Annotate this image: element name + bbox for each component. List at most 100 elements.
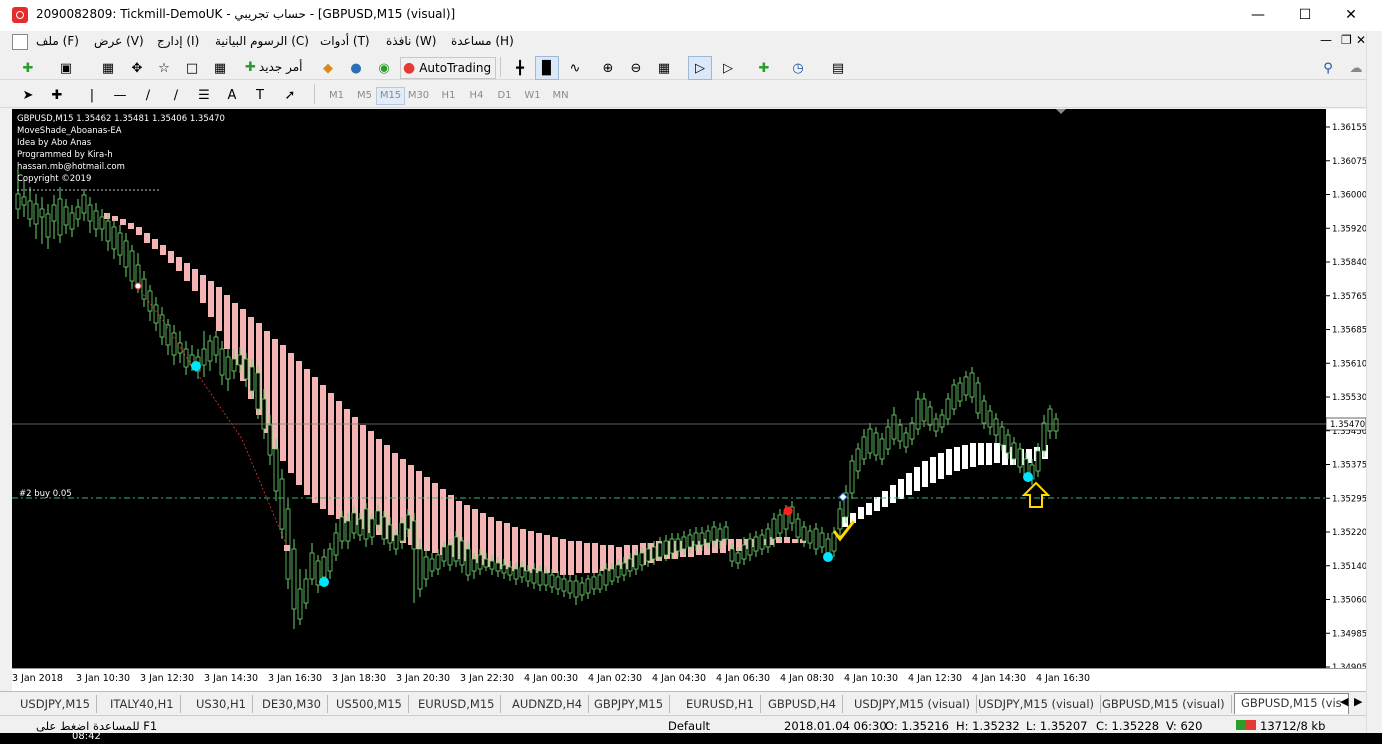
shade-bar-down xyxy=(536,533,542,573)
time-tick-label: 4 Jan 02:30 xyxy=(588,673,643,684)
shade-bar-down xyxy=(176,257,182,271)
chart-tab[interactable]: USDJPY,M15 (visual) xyxy=(972,695,1102,713)
new-order-button[interactable]: ✚ أمر جديد xyxy=(245,58,315,76)
tester-icon[interactable]: ▦ xyxy=(208,56,232,80)
crosshair-nav-icon[interactable]: ✥ xyxy=(125,56,149,80)
menu-window[interactable]: نافذة (W) xyxy=(386,34,436,48)
menu-charts[interactable]: الرسوم البيانية (C) xyxy=(215,34,309,48)
timeframe-d1-button[interactable]: D1 xyxy=(490,87,519,105)
price-chart[interactable]: GBPUSD,M15 1.35462 1.35481 1.35406 1.354… xyxy=(12,109,1326,668)
shade-bar-down xyxy=(776,537,782,543)
candlestick-chart-icon[interactable]: ▉ xyxy=(535,56,559,80)
chart-tab[interactable]: GBPUSD,H4 xyxy=(762,695,843,713)
chart-tab[interactable]: GBPUSD,M15 (vis xyxy=(1234,693,1349,714)
market-watch-icon[interactable]: ▦ xyxy=(96,56,120,80)
line-chart-icon[interactable]: ∿ xyxy=(563,56,587,80)
timeframe-m1-button[interactable]: M1 xyxy=(322,87,351,105)
zoom-in-icon[interactable]: ⊕ xyxy=(596,56,620,80)
tabs-scroll-right-icon[interactable]: ▶ xyxy=(1354,695,1362,708)
shade-bar-down xyxy=(112,216,118,221)
candle-body xyxy=(579,582,585,596)
child-restore-button[interactable]: ❐ xyxy=(1341,33,1352,47)
candle-body xyxy=(705,530,711,544)
child-close-button[interactable]: ✕ xyxy=(1356,33,1366,47)
chart-tab[interactable]: ITALY40,H1 xyxy=(104,695,181,713)
minimize-button[interactable]: — xyxy=(1235,0,1281,31)
timeframe-h1-button[interactable]: H1 xyxy=(434,87,463,105)
timeframe-m15-button[interactable]: M15 xyxy=(376,87,405,105)
fibonacci-icon[interactable]: ☰ xyxy=(192,83,216,107)
arrows-icon[interactable]: ➚ xyxy=(278,83,302,107)
chat-icon[interactable]: ☁ xyxy=(1344,56,1368,80)
auto-scroll-icon[interactable]: ▷ xyxy=(688,56,712,80)
chart-tab[interactable]: EURUSD,M15 xyxy=(412,695,502,713)
timeframe-h4-button[interactable]: H4 xyxy=(462,87,491,105)
timeframe-m30-button[interactable]: M30 xyxy=(404,87,433,105)
text-label-icon[interactable]: T xyxy=(248,83,272,107)
candle-body xyxy=(423,556,429,580)
menu-insert[interactable]: إدارج (I) xyxy=(157,34,199,48)
candle-body xyxy=(411,520,417,550)
child-minimize-button[interactable]: — xyxy=(1320,33,1332,47)
cursor-icon[interactable]: ➤ xyxy=(16,83,40,107)
menu-view[interactable]: عرض (V) xyxy=(94,34,144,48)
candle-body xyxy=(735,552,741,564)
chart-tabs: USDJPY,M15 ITALY40,H1 US30,H1 DE30,M30 US500… xyxy=(0,691,1366,715)
horizontal-line-icon[interactable]: — xyxy=(108,83,132,107)
tabs-scroll-left-icon[interactable]: ◀ xyxy=(1340,695,1348,708)
tile-windows-icon[interactable]: ▦ xyxy=(652,56,676,80)
metaeditor-icon[interactable]: ◆ xyxy=(316,56,340,80)
search-icon[interactable]: ⚲ xyxy=(1316,56,1340,80)
trendline-icon[interactable]: ∕ xyxy=(136,83,160,107)
shade-bar-down xyxy=(416,471,422,549)
maximize-button[interactable]: ☐ xyxy=(1282,0,1328,31)
vertical-line-icon[interactable]: | xyxy=(80,83,104,107)
timeframe-mn-button[interactable]: MN xyxy=(546,87,575,105)
text-icon[interactable]: A xyxy=(220,83,244,107)
chart-tab[interactable]: EURUSD,H1 xyxy=(680,695,761,713)
candle-body xyxy=(513,568,519,580)
menu-tools[interactable]: أدوات (T) xyxy=(320,34,370,48)
close-button[interactable]: ✕ xyxy=(1328,0,1374,31)
templates-icon[interactable]: ▤ xyxy=(826,56,850,80)
chart-tab[interactable]: AUDNZD,H4 xyxy=(506,695,590,713)
signals-icon[interactable]: ◉ xyxy=(372,56,396,80)
chart-tab[interactable]: GBPUSD,M15 (visual) xyxy=(1096,695,1232,713)
channel-icon[interactable]: ∕ xyxy=(164,83,188,107)
chart-tab[interactable]: US30,H1 xyxy=(190,695,253,713)
candle-body xyxy=(21,196,27,206)
candle-body xyxy=(873,432,879,456)
plus-icon: ✚ xyxy=(245,59,256,75)
terminal-icon[interactable]: □ xyxy=(180,56,204,80)
crosshair-icon[interactable]: ✚ xyxy=(45,83,69,107)
chart-tab[interactable]: DE30,M30 xyxy=(256,695,328,713)
chart-tab[interactable]: USDJPY,M15 (visual) xyxy=(848,695,978,713)
menu-file[interactable]: ملف (F) xyxy=(36,34,79,48)
chart-tab[interactable]: GBPJPY,M15 xyxy=(588,695,671,713)
chart-tab[interactable]: USDJPY,M15 xyxy=(14,695,97,713)
periods-icon[interactable]: ◷ xyxy=(786,56,810,80)
menu-help[interactable]: مساعدة (H) xyxy=(451,34,514,48)
window-scrollbar[interactable] xyxy=(1366,31,1382,733)
child-window-icon[interactable] xyxy=(12,34,28,50)
market-icon[interactable]: ● xyxy=(344,56,368,80)
shade-bar-down xyxy=(496,521,502,569)
new-chart-icon[interactable]: ✚ xyxy=(16,56,40,80)
zoom-out-icon[interactable]: ⊖ xyxy=(624,56,648,80)
timeframe-m5-button[interactable]: M5 xyxy=(350,87,379,105)
candle-body xyxy=(237,354,243,366)
time-tick-label: 3 Jan 20:30 xyxy=(396,673,451,684)
indicators-icon[interactable]: ✚ xyxy=(752,56,776,80)
bar-chart-icon[interactable]: ╋ xyxy=(508,56,532,80)
chart-shift-marker-icon[interactable] xyxy=(1056,109,1066,114)
candle-body xyxy=(117,232,123,256)
autotrading-button[interactable]: ● AutoTrading xyxy=(400,57,496,79)
chart-shift-icon[interactable]: ▷ xyxy=(716,56,740,80)
chart-tab[interactable]: US500,M15 xyxy=(330,695,409,713)
order-label: #2 buy 0.05 xyxy=(19,489,72,499)
shade-bar-down xyxy=(168,251,174,263)
timeframe-w1-button[interactable]: W1 xyxy=(518,87,547,105)
price-tick-label: 1.36155 xyxy=(1332,123,1366,133)
profiles-icon[interactable]: ▣ xyxy=(54,56,78,80)
navigator-icon[interactable]: ☆ xyxy=(152,56,176,80)
